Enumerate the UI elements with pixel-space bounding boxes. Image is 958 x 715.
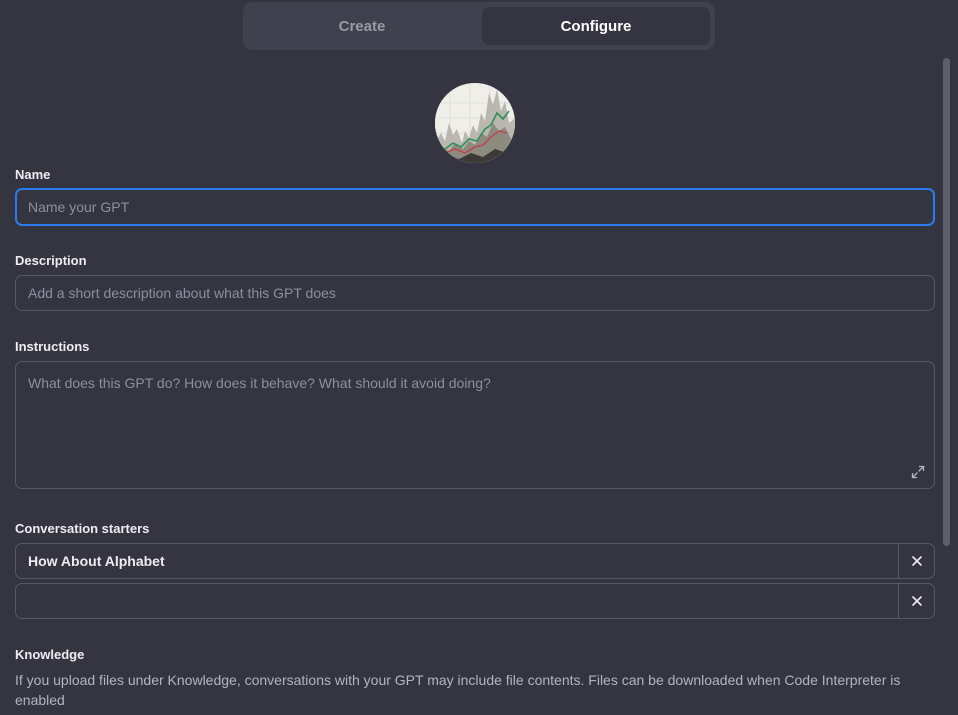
expand-icon[interactable]: [911, 465, 925, 479]
name-input[interactable]: [15, 188, 935, 226]
chart-thumbnail-icon: [435, 83, 515, 163]
name-label: Name: [15, 167, 51, 182]
mode-tabs: Create Configure: [243, 2, 715, 50]
description-label: Description: [15, 253, 87, 268]
gpt-configure-page: Create Configure Name Description Instru…: [0, 0, 958, 715]
close-icon: [911, 596, 922, 606]
close-icon: [911, 556, 922, 566]
instructions-textarea[interactable]: [15, 361, 935, 489]
remove-starter-button[interactable]: [898, 584, 934, 618]
tab-configure[interactable]: Configure: [482, 7, 710, 45]
remove-starter-button[interactable]: [898, 544, 934, 578]
knowledge-description: If you upload files under Knowledge, con…: [15, 672, 901, 708]
gpt-avatar[interactable]: [435, 83, 515, 163]
knowledge-label: Knowledge: [15, 647, 85, 662]
conversation-starter-row: [15, 583, 935, 619]
conversation-starters-label: Conversation starters: [15, 521, 150, 536]
conversation-starter-input[interactable]: [16, 584, 898, 618]
scrollbar[interactable]: [943, 58, 950, 546]
conversation-starter-input[interactable]: [16, 544, 898, 578]
tab-create[interactable]: Create: [248, 7, 476, 45]
instructions-label: Instructions: [15, 339, 90, 354]
description-input[interactable]: [15, 275, 935, 311]
conversation-starter-row: [15, 543, 935, 579]
